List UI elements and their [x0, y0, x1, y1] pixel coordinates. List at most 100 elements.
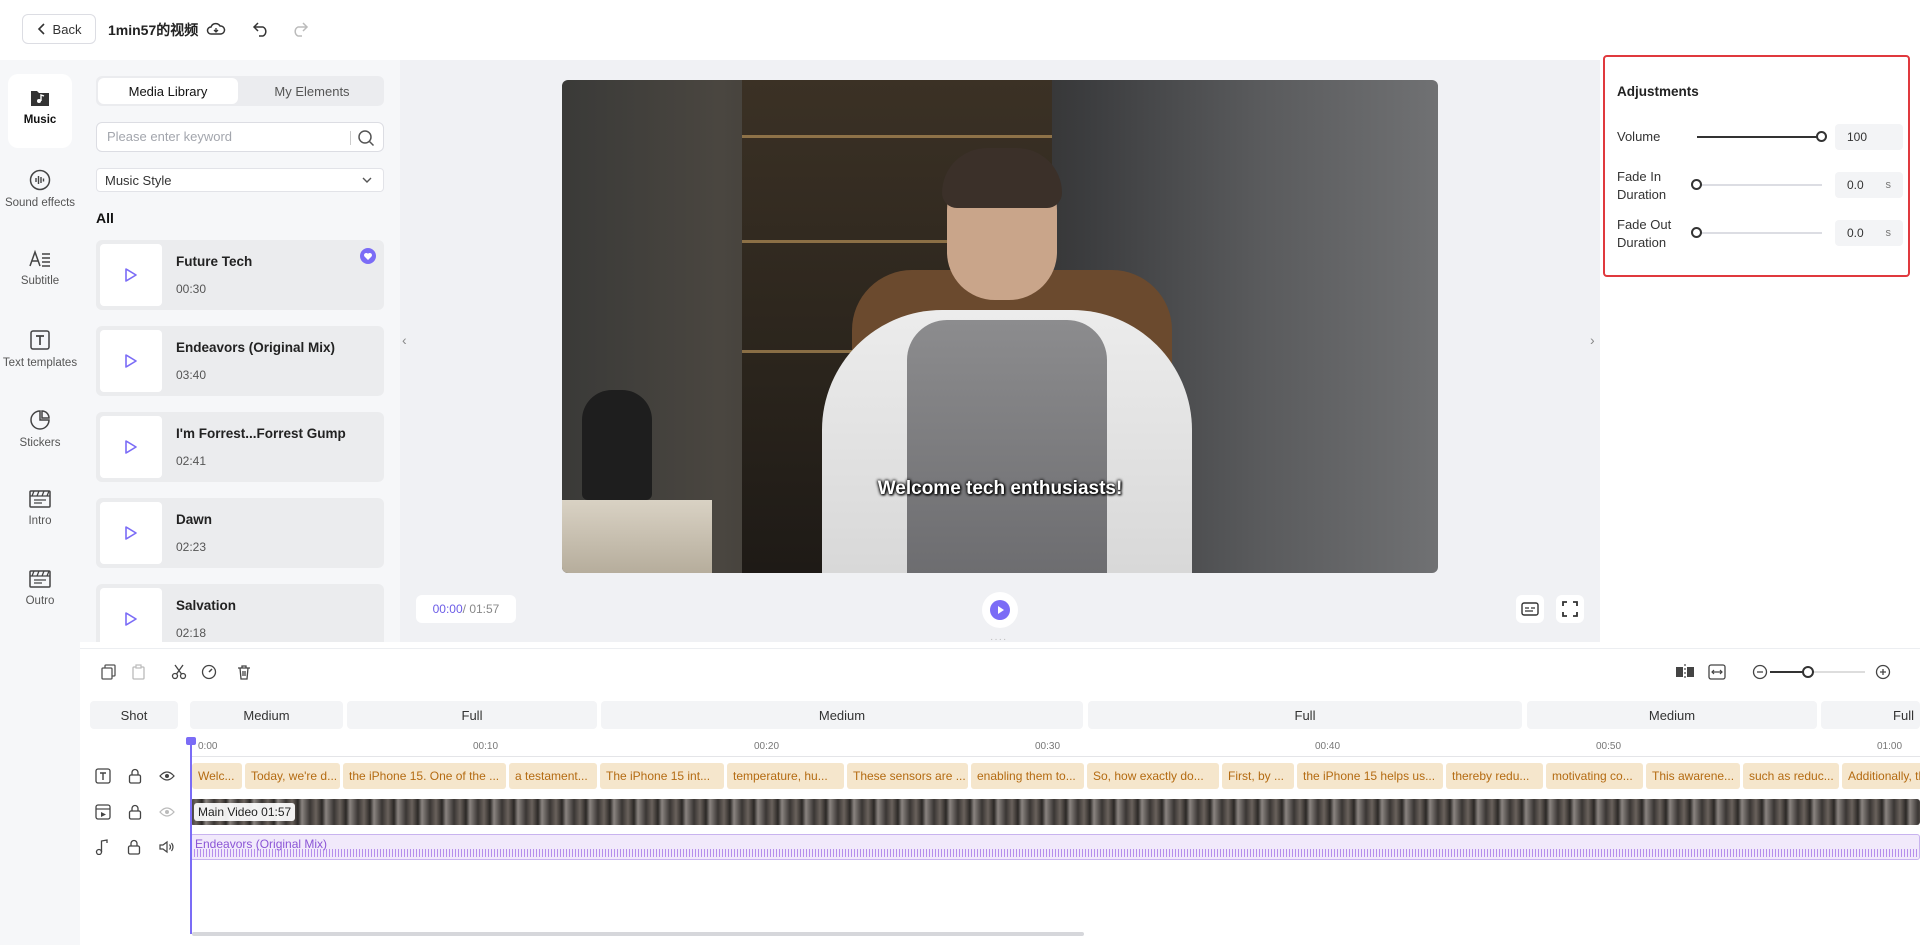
zoom-out-icon[interactable] [1749, 661, 1771, 683]
rail-item-music[interactable]: Music [8, 74, 72, 148]
track-name: Salvation [176, 598, 237, 613]
eye-icon[interactable] [159, 806, 176, 818]
rail-item-outro[interactable]: Outro [0, 555, 80, 629]
split-scene-icon[interactable] [1674, 661, 1696, 683]
collapse-right-icon[interactable]: › [1590, 332, 1595, 348]
fade-out-slider[interactable] [1691, 227, 1822, 238]
volume-input[interactable]: 100 [1835, 124, 1903, 150]
eye-icon[interactable] [159, 770, 176, 782]
subtitle-clip[interactable]: enabling them to... [971, 763, 1084, 789]
timeline-scrollbar[interactable] [192, 932, 1084, 936]
speaker-icon[interactable] [159, 840, 175, 854]
fade-out-slider-handle[interactable] [1691, 227, 1702, 238]
audio-clip[interactable]: Endeavors (Original Mix) [190, 834, 1920, 860]
subtitle-clip[interactable]: Additionally, the iP [1842, 763, 1920, 789]
track-duration: 02:18 [176, 626, 207, 640]
shot-cell[interactable]: Medium [601, 701, 1083, 729]
play-track-button[interactable] [100, 588, 162, 642]
list-item[interactable]: Endeavors (Original Mix) 03:40 [96, 326, 384, 396]
zoom-slider[interactable] [1770, 666, 1865, 678]
text-track-icon [95, 768, 111, 784]
list-item[interactable]: Future Tech 00:30 [96, 240, 384, 310]
subtitle-clip[interactable]: the iPhone 15 helps us... [1297, 763, 1443, 789]
track-name: I'm Forrest...Forrest Gump [176, 426, 346, 441]
lock-icon[interactable] [127, 839, 141, 855]
cloud-sync-icon[interactable] [205, 18, 227, 40]
rail-item-subtitle[interactable]: Subtitle [0, 235, 80, 309]
redo-icon[interactable] [289, 18, 311, 40]
rail-item-stickers[interactable]: Stickers [0, 395, 80, 469]
resize-handle[interactable]: ···· [990, 635, 1010, 645]
subtitle-clip[interactable]: thereby redu... [1446, 763, 1543, 789]
search-icon[interactable] [357, 129, 375, 147]
volume-slider[interactable] [1697, 131, 1827, 142]
shot-cell[interactable]: Full [1088, 701, 1522, 729]
play-icon [125, 268, 137, 282]
subtitle-clip[interactable]: Welc... [192, 763, 242, 789]
paste-icon[interactable] [128, 661, 150, 683]
presenter-vest [907, 320, 1107, 573]
volume-slider-handle[interactable] [1816, 131, 1827, 142]
shot-cell[interactable]: Medium [1527, 701, 1817, 729]
trash-icon[interactable] [233, 661, 255, 683]
tab-media-library[interactable]: Media Library [98, 78, 238, 104]
rail-item-intro[interactable]: Intro [0, 475, 80, 549]
video-clip[interactable]: Main Video 01:57 [190, 799, 1920, 825]
undo-icon[interactable] [250, 18, 272, 40]
subtitle-clip[interactable]: motivating co... [1546, 763, 1643, 789]
shot-cell[interactable]: Medium [190, 701, 343, 729]
lock-icon[interactable] [128, 804, 142, 820]
subtitle-toggle-button[interactable] [1516, 595, 1544, 623]
zoom-slider-handle[interactable] [1802, 666, 1814, 678]
play-button[interactable] [982, 592, 1018, 628]
subtitle-clip[interactable]: This awarene... [1646, 763, 1740, 789]
ruler-label: 00:30 [1035, 741, 1061, 752]
fit-width-icon[interactable] [1706, 661, 1728, 683]
play-track-button[interactable] [100, 330, 162, 392]
subtitle-clip[interactable]: temperature, hu... [727, 763, 844, 789]
heart-icon[interactable] [360, 248, 376, 264]
subtitle-clip[interactable]: the iPhone 15. One of the ... [343, 763, 506, 789]
subtitle-clip[interactable]: First, by ... [1222, 763, 1294, 789]
subtitle-clip[interactable]: Today, we're d... [245, 763, 340, 789]
playhead[interactable] [186, 737, 196, 934]
list-item[interactable]: I'm Forrest...Forrest Gump 02:41 [96, 412, 384, 482]
search-box [96, 122, 384, 152]
zoom-in-icon[interactable] [1872, 661, 1894, 683]
total-time: / 01:57 [462, 602, 500, 616]
search-input[interactable] [107, 129, 347, 144]
shot-cell[interactable]: Full [1821, 701, 1920, 729]
video-subtitle[interactable]: Welcome tech enthusiasts! [562, 478, 1438, 500]
collapse-left-icon[interactable]: ‹ [402, 332, 407, 348]
fade-in-slider-handle[interactable] [1691, 179, 1702, 190]
time-ruler[interactable]: 0:00 00:10 00:20 00:30 00:40 00:50 01:00 [190, 739, 1920, 757]
back-button[interactable]: Back [22, 14, 96, 44]
video-canvas[interactable]: Welcome tech enthusiasts! [562, 80, 1438, 573]
fade-in-input[interactable]: 0.0 s [1835, 172, 1903, 198]
fade-out-label: Fade Out Duration [1617, 217, 1672, 250]
fullscreen-button[interactable] [1556, 595, 1584, 623]
scissors-icon[interactable] [168, 661, 190, 683]
subtitle-clip[interactable]: The iPhone 15 int... [600, 763, 724, 789]
tab-my-elements[interactable]: My Elements [242, 78, 382, 104]
play-track-button[interactable] [100, 416, 162, 478]
fade-out-input[interactable]: 0.0 s [1835, 220, 1903, 246]
subtitle-clip[interactable]: a testament... [509, 763, 597, 789]
subtitle-clip[interactable]: such as reduc... [1743, 763, 1839, 789]
play-track-button[interactable] [100, 244, 162, 306]
fade-in-slider[interactable] [1691, 179, 1822, 190]
rail-item-sound-effects[interactable]: Sound effects [0, 155, 80, 229]
subtitle-clip[interactable]: So, how exactly do... [1087, 763, 1219, 789]
copy-icon[interactable] [98, 661, 120, 683]
rail-item-text-templates[interactable]: Text templates [0, 315, 80, 389]
music-note-icon [95, 839, 108, 855]
project-title[interactable]: 1min57的视频 [108, 20, 198, 40]
subtitle-clip[interactable]: These sensors are ... [847, 763, 968, 789]
music-style-select[interactable]: Music Style [96, 168, 384, 192]
shot-cell[interactable]: Full [347, 701, 597, 729]
list-item[interactable]: Dawn 02:23 [96, 498, 384, 568]
lock-icon[interactable] [128, 768, 142, 784]
speed-icon[interactable] [198, 661, 220, 683]
list-item[interactable]: Salvation 02:18 [96, 584, 384, 642]
play-track-button[interactable] [100, 502, 162, 564]
